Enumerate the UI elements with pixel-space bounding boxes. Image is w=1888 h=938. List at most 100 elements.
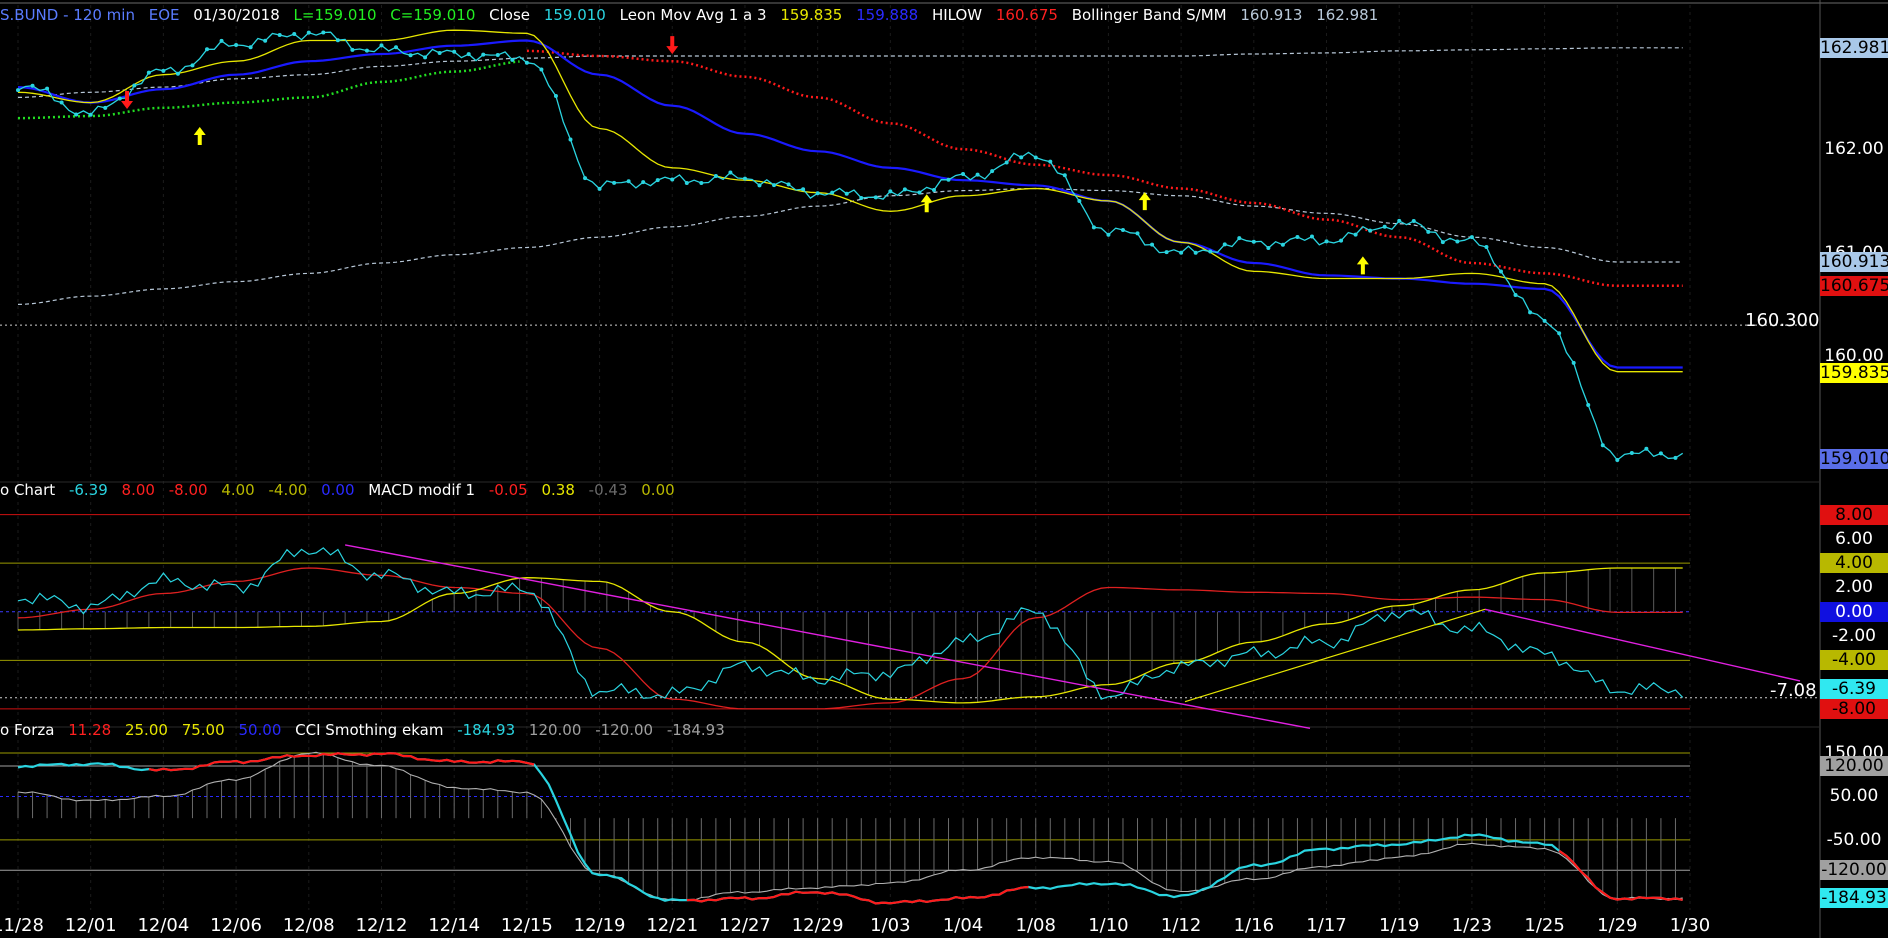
forza-value-2: 25.00 [124, 721, 168, 739]
close-price-point [539, 67, 544, 72]
close-price-point [1629, 451, 1634, 456]
x-tick-label: 1/25 [1524, 915, 1565, 936]
axis-label: 162.981 [1820, 37, 1888, 58]
close-price-point [394, 45, 399, 50]
osc-value-2: 8.00 [121, 481, 155, 499]
chart-grid [0, 0, 1888, 938]
osc-value-1: -6.39 [68, 481, 108, 499]
forza-value-4: 50.00 [238, 721, 282, 739]
close-price-point [277, 33, 282, 38]
close-price-point [306, 30, 311, 35]
close-price-point [801, 187, 806, 192]
close-price-point [1208, 249, 1213, 254]
close-price-point [59, 100, 64, 105]
close-price-point [1658, 451, 1663, 456]
x-tick-label: 12/19 [573, 915, 626, 936]
close-price-point [74, 112, 79, 117]
close-price-point [859, 196, 864, 201]
macd-value-1: -0.05 [488, 481, 528, 499]
axis-label: -120.00 [1820, 860, 1888, 881]
chart-canvas[interactable] [0, 0, 1888, 938]
axis-label: 2.00 [1835, 577, 1873, 598]
axis-label: -6.39 [1820, 679, 1888, 700]
close-price-point [248, 45, 253, 50]
close-price-point [655, 178, 660, 183]
axis-label: 160.675 [1820, 276, 1888, 297]
axis-label: 160.913 [1820, 251, 1888, 272]
close-price-point [1498, 269, 1503, 274]
close-price-point [728, 170, 733, 175]
symbol-label: S.BUND - 120 min [0, 6, 135, 24]
osc-value-3: -8.00 [168, 481, 208, 499]
x-tick-label: 1/29 [1597, 915, 1638, 936]
close-price-point [103, 105, 108, 110]
close-price-point [335, 38, 340, 43]
osc-level-label: -7.08 [1770, 680, 1817, 701]
close-price-point [321, 30, 326, 35]
close-price-point [612, 180, 617, 185]
x-tick-label: 12/08 [282, 915, 335, 936]
close-price-point [1339, 238, 1344, 243]
close-price-point [1455, 239, 1460, 244]
axis-label: 4.00 [1820, 553, 1888, 574]
close-price-point [132, 83, 137, 88]
close-price-point [641, 180, 646, 185]
close-price-point [1091, 225, 1096, 230]
axis-label: 6.00 [1835, 528, 1873, 549]
macd-value-2: 0.38 [541, 481, 575, 499]
close-price-point [205, 47, 210, 52]
close-price-point [30, 83, 35, 88]
x-tick-label: 1/04 [942, 915, 984, 936]
close-price-point [234, 42, 239, 47]
osc-value-6: 0.00 [321, 481, 355, 499]
close-price-point [1295, 235, 1300, 240]
macd-legend: MACD modif 1 [368, 481, 476, 499]
x-tick-label: 1/19 [1378, 915, 1420, 936]
close-price-point [408, 53, 413, 58]
close-price-point [292, 31, 297, 36]
close-price-point [1586, 402, 1591, 407]
close-price-point [495, 53, 500, 58]
close-price-point [626, 179, 631, 184]
macd-value-4: 0.00 [641, 481, 675, 499]
close-price-point [1557, 331, 1562, 336]
macd-value-3: -0.43 [588, 481, 628, 499]
close-price-point [786, 182, 791, 187]
x-tick-label: 12/14 [428, 915, 481, 936]
close-price-point [175, 71, 180, 76]
x-tick-label: 11/28 [0, 915, 44, 936]
close-price-point [844, 191, 849, 196]
close-price-point [975, 172, 980, 177]
close-price-point [1469, 235, 1474, 240]
bollinger-legend: Bollinger Band S/MM [1071, 6, 1227, 24]
close-price-point [88, 112, 93, 117]
close-price-point [1309, 234, 1314, 239]
close-price-point [1528, 310, 1533, 315]
x-tick-label: 12/01 [64, 915, 117, 936]
close-price-point [1382, 224, 1387, 229]
close-price-point [1004, 160, 1009, 165]
close-price-point [1222, 242, 1227, 247]
close-price-point [1397, 218, 1402, 223]
close-price-point [917, 190, 922, 195]
close-price-point [1266, 246, 1271, 251]
close-price-point [452, 49, 457, 54]
close-price-point [1600, 443, 1605, 448]
x-tick-label: 1/23 [1451, 915, 1493, 936]
x-tick-label: 12/27 [719, 915, 771, 936]
close-price-point [757, 183, 762, 188]
osc-name: o Chart [0, 481, 56, 499]
x-tick-label: 12/21 [646, 915, 699, 936]
axis-label: 120.00 [1820, 756, 1888, 777]
close-price-point [931, 188, 936, 193]
close-price-point [364, 48, 369, 53]
close-price-point [1120, 227, 1125, 232]
axis-label: 159.835 [1820, 363, 1888, 384]
axis-label: 8.00 [1820, 504, 1888, 525]
close-legend: Close [489, 6, 531, 24]
x-tick-label: 1/12 [1160, 915, 1202, 936]
close-price-point [263, 38, 268, 43]
oscillator-panel-header: o Chart -6.39 8.00 -8.00 4.00 -4.00 0.00… [0, 480, 684, 500]
close-price-point [873, 195, 878, 200]
close-price-point [553, 93, 558, 98]
